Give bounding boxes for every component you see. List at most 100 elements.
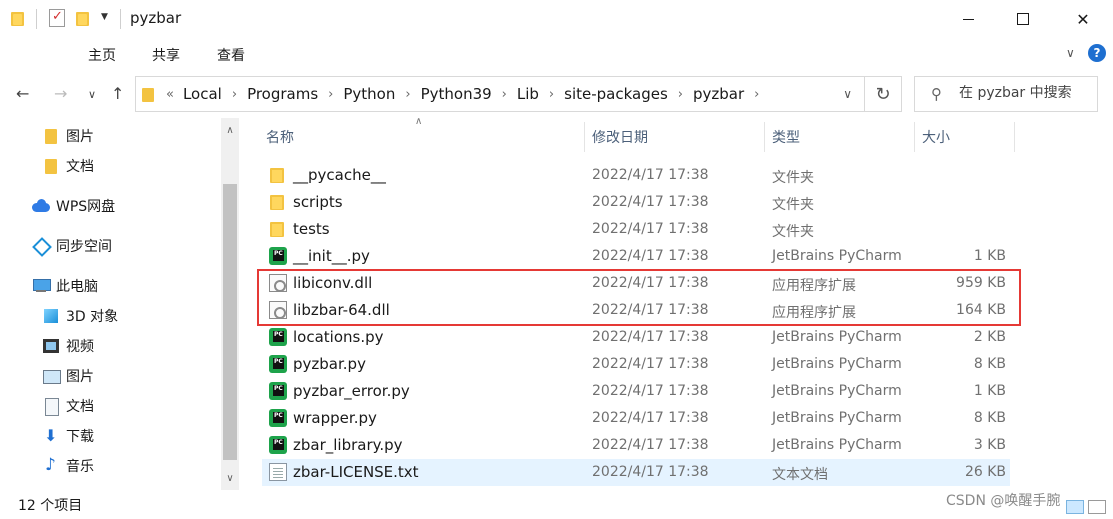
- ribbon-tabs: 主页 共享 查看 ∨ ?: [0, 40, 1113, 70]
- file-row[interactable]: __init__.py 2022/4/17 17:38 JetBrains Py…: [262, 243, 1010, 270]
- file-name: libzbar-64.dll: [293, 301, 390, 319]
- chevron-right-icon[interactable]: ›: [328, 87, 333, 102]
- search-input[interactable]: [959, 85, 1093, 101]
- music-icon: [42, 455, 60, 475]
- column-divider[interactable]: [1014, 122, 1015, 152]
- sidebar-item-pictures[interactable]: 图片: [42, 363, 94, 389]
- scroll-up-icon[interactable]: ∧: [221, 122, 239, 140]
- sidebar-item-music[interactable]: 音乐: [42, 453, 94, 479]
- chevron-right-icon[interactable]: ›: [678, 87, 683, 102]
- sidebar-item-wps-cloud[interactable]: WPS网盘: [32, 193, 115, 219]
- sidebar-item-documents[interactable]: 文档: [42, 393, 94, 419]
- column-divider[interactable]: [764, 122, 765, 152]
- maximize-button[interactable]: [995, 0, 1051, 38]
- help-icon[interactable]: ?: [1088, 44, 1106, 62]
- chevron-right-icon[interactable]: ›: [549, 87, 554, 102]
- pycharm-file-icon: [269, 355, 287, 373]
- scroll-down-icon[interactable]: ∨: [221, 470, 239, 488]
- scrollbar-thumb[interactable]: [223, 184, 237, 460]
- breadcrumb-python39[interactable]: Python39: [421, 85, 492, 103]
- file-date: 2022/4/17 17:38: [592, 221, 709, 237]
- breadcrumb-site-packages[interactable]: site-packages: [564, 85, 668, 103]
- dll-file-icon: [269, 301, 287, 319]
- breadcrumb-pyzbar[interactable]: pyzbar: [693, 85, 744, 103]
- chevron-right-icon[interactable]: ›: [232, 87, 237, 102]
- column-header-type[interactable]: 类型: [772, 122, 800, 152]
- file-row[interactable]: tests 2022/4/17 17:38 文件夹: [262, 216, 1010, 243]
- sync-icon: [32, 237, 50, 255]
- 3d-objects-icon: [42, 307, 60, 325]
- chevron-right-icon[interactable]: ›: [405, 87, 410, 102]
- file-type: 应用程序扩展: [772, 305, 856, 321]
- folder-icon: [142, 88, 154, 102]
- details-view-icon[interactable]: [1066, 500, 1084, 514]
- minimize-button[interactable]: [940, 0, 996, 38]
- up-arrow-icon[interactable]: ↑: [111, 84, 124, 103]
- tab-home[interactable]: 主页: [88, 45, 116, 65]
- column-header-name[interactable]: 名称: [266, 122, 294, 152]
- back-arrow-icon[interactable]: ←: [16, 84, 29, 103]
- sidebar-item-downloads[interactable]: 下载: [42, 423, 94, 449]
- sidebar-item-pictures-quick[interactable]: 图片: [42, 123, 94, 149]
- file-row[interactable]: wrapper.py 2022/4/17 17:38 JetBrains PyC…: [262, 405, 1010, 432]
- file-date: 2022/4/17 17:38: [592, 302, 709, 318]
- recent-locations-icon[interactable]: ∨: [88, 88, 96, 101]
- file-name: __pycache__: [293, 166, 386, 184]
- file-row[interactable]: zbar_library.py 2022/4/17 17:38 JetBrain…: [262, 432, 1010, 459]
- address-bar[interactable]: « Local › Programs › Python › Python39 ›…: [135, 76, 865, 112]
- sidebar-item-sync-space[interactable]: 同步空间: [32, 233, 112, 259]
- file-date: 2022/4/17 17:38: [592, 356, 709, 372]
- sidebar-item-3d-objects[interactable]: 3D 对象: [42, 303, 118, 329]
- sidebar-item-videos[interactable]: 视频: [42, 333, 94, 359]
- new-folder-icon[interactable]: [76, 10, 90, 26]
- chevron-right-icon[interactable]: ›: [754, 87, 759, 102]
- breadcrumb-local[interactable]: Local: [183, 85, 222, 103]
- file-name: locations.py: [293, 328, 384, 346]
- sidebar-item-documents-quick[interactable]: 文档: [42, 153, 94, 179]
- customize-toolbar-icon[interactable]: ▼: [101, 12, 108, 22]
- sidebar-item-label: 文档: [66, 159, 94, 175]
- title-bar: ✓ ▼ pyzbar ✕: [0, 0, 1113, 40]
- breadcrumb-overflow[interactable]: «: [166, 87, 174, 102]
- breadcrumb-lib[interactable]: Lib: [517, 85, 539, 103]
- file-row[interactable]: libiconv.dll 2022/4/17 17:38 应用程序扩展 959 …: [262, 270, 1010, 297]
- breadcrumb-python[interactable]: Python: [343, 85, 395, 103]
- file-row[interactable]: libzbar-64.dll 2022/4/17 17:38 应用程序扩展 16…: [262, 297, 1010, 324]
- file-name: pyzbar.py: [293, 355, 366, 373]
- column-divider[interactable]: [584, 122, 585, 152]
- properties-icon[interactable]: ✓: [49, 9, 65, 27]
- tab-view[interactable]: 查看: [217, 45, 245, 65]
- file-row[interactable]: scripts 2022/4/17 17:38 文件夹: [262, 189, 1010, 216]
- tab-share[interactable]: 共享: [152, 45, 180, 65]
- file-row[interactable]: locations.py 2022/4/17 17:38 JetBrains P…: [262, 324, 1010, 351]
- sidebar-scrollbar[interactable]: ∧ ∨: [221, 118, 239, 490]
- file-type: 应用程序扩展: [772, 278, 856, 294]
- file-date: 2022/4/17 17:38: [592, 464, 709, 480]
- chevron-right-icon[interactable]: ›: [502, 87, 507, 102]
- file-type: JetBrains PyCharm: [772, 410, 902, 426]
- folder-icon: [269, 166, 287, 184]
- pycharm-file-icon: [269, 328, 287, 346]
- column-divider[interactable]: [914, 122, 915, 152]
- large-icons-view-icon[interactable]: [1088, 500, 1106, 514]
- close-button[interactable]: ✕: [1055, 0, 1111, 38]
- file-name: wrapper.py: [293, 409, 377, 427]
- breadcrumb: « Local › Programs › Python › Python39 ›…: [166, 85, 769, 103]
- file-name: zbar_library.py: [293, 436, 403, 454]
- address-dropdown-icon[interactable]: ∨: [843, 87, 852, 101]
- breadcrumb-programs[interactable]: Programs: [247, 85, 318, 103]
- expand-ribbon-icon[interactable]: ∨: [1066, 46, 1075, 60]
- search-box[interactable]: ⚲: [914, 76, 1098, 112]
- file-row[interactable]: pyzbar.py 2022/4/17 17:38 JetBrains PyCh…: [262, 351, 1010, 378]
- forward-arrow-icon[interactable]: →: [54, 84, 67, 103]
- file-size: 1 KB: [973, 383, 1006, 399]
- refresh-button[interactable]: ↻: [864, 76, 902, 112]
- file-row[interactable]: pyzbar_error.py 2022/4/17 17:38 JetBrain…: [262, 378, 1010, 405]
- file-name: libiconv.dll: [293, 274, 373, 292]
- sidebar-item-label: 此电脑: [56, 279, 98, 295]
- sidebar-item-this-pc[interactable]: 此电脑: [32, 273, 98, 299]
- file-row-selected[interactable]: zbar-LICENSE.txt 2022/4/17 17:38 文本文档 26…: [262, 459, 1010, 486]
- column-header-size[interactable]: 大小: [922, 122, 950, 152]
- column-header-date[interactable]: 修改日期: [592, 122, 648, 152]
- file-row[interactable]: __pycache__ 2022/4/17 17:38 文件夹: [262, 162, 1010, 189]
